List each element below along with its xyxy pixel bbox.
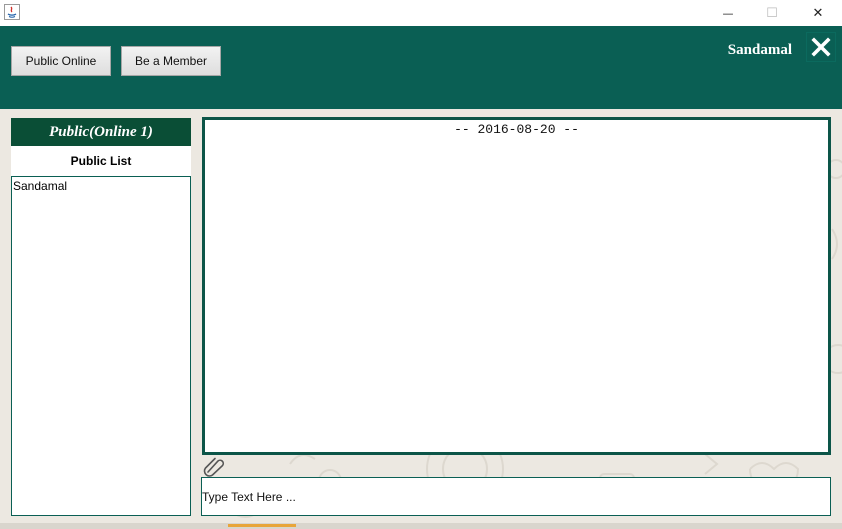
public-online-button[interactable]: Public Online <box>11 46 111 76</box>
logout-close-button[interactable] <box>806 32 836 62</box>
bottom-strip <box>0 523 842 529</box>
maximize-button[interactable]: ☐ <box>749 0 795 26</box>
list-item-user[interactable]: Sandamal <box>13 179 189 193</box>
chat-message-area[interactable]: -- 2016-08-20 -- <box>202 117 831 455</box>
online-users-list[interactable]: Sandamal <box>11 176 191 516</box>
public-list-heading: Public List <box>11 146 191 176</box>
paperclip-icon <box>203 457 225 477</box>
app-header: Public Online Be a Member Sandamal <box>0 26 842 109</box>
message-input[interactable] <box>201 477 831 516</box>
attach-file-button[interactable] <box>203 455 229 477</box>
chat-date-separator: -- 2016-08-20 -- <box>454 122 579 137</box>
bottom-accent-bar <box>228 524 296 527</box>
close-icon: ✕ <box>812 5 824 21</box>
be-a-member-button[interactable]: Be a Member <box>121 46 221 76</box>
window-titlebar: — ☐ ✕ <box>0 0 842 26</box>
window-close-button[interactable]: ✕ <box>795 0 841 26</box>
public-panel-title: Public(Online 1) <box>11 118 191 146</box>
minimize-icon: — <box>722 6 734 20</box>
current-username: Sandamal <box>727 42 792 58</box>
minimize-button[interactable]: — <box>705 0 751 26</box>
close-x-icon <box>811 37 831 57</box>
java-app-icon <box>4 4 20 20</box>
main-content: Public(Online 1) Public List Sandamal --… <box>0 109 842 529</box>
maximize-icon: ☐ <box>766 5 778 21</box>
